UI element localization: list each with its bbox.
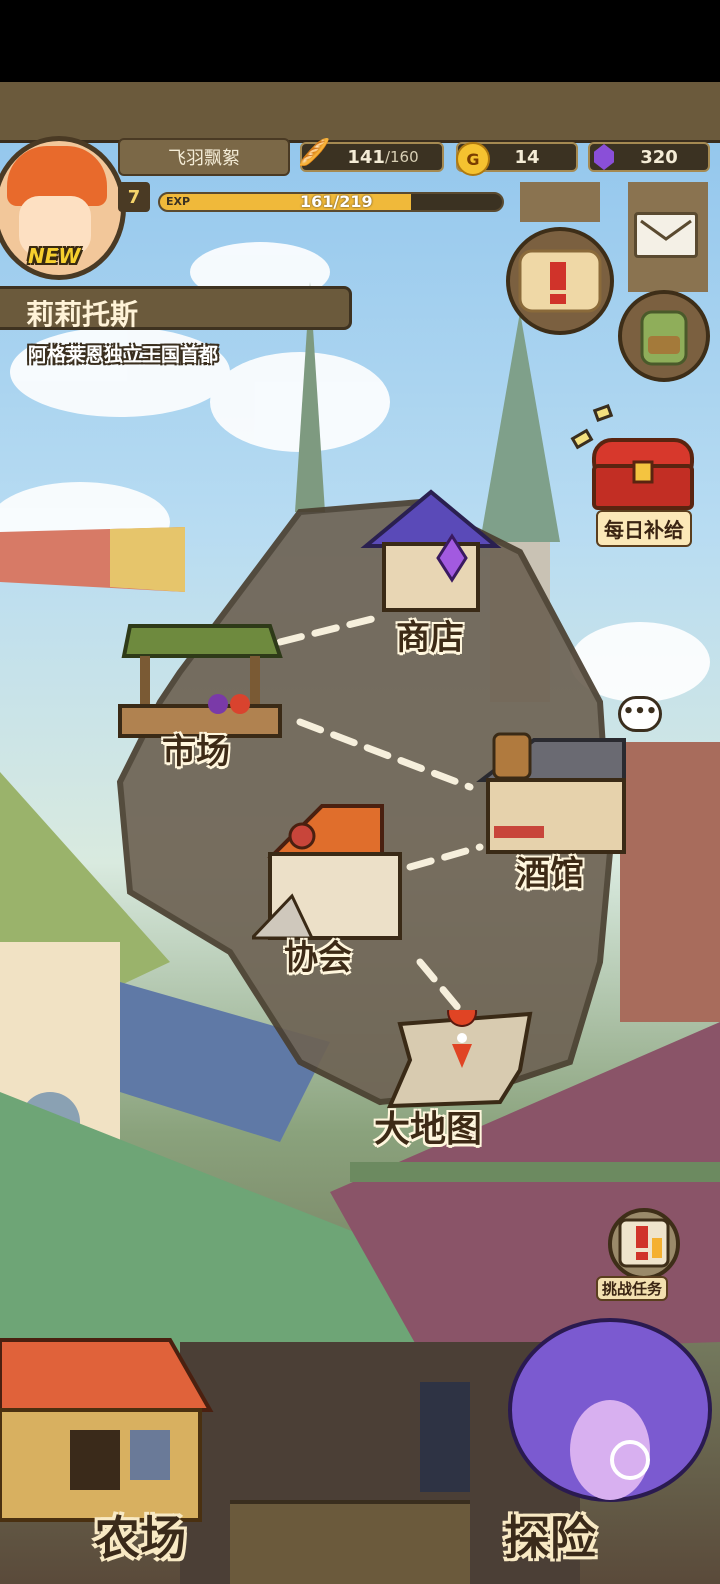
map-node-guild[interactable]: 协会 — [248, 796, 412, 980]
challenge-quest-icon — [608, 1208, 680, 1280]
gold-counter[interactable]: G 14 — [456, 142, 578, 176]
gold-coin-icon: G — [456, 142, 490, 176]
quest-scroll-button[interactable] — [502, 226, 618, 336]
map-node-market[interactable]: 市场 — [100, 616, 290, 778]
level-text: 7 — [127, 186, 141, 208]
backpack-icon — [618, 290, 710, 382]
backpack-button[interactable] — [618, 288, 710, 384]
challenge-quest-label: 挑战任务 — [596, 1276, 669, 1301]
map-node-tavern[interactable]: ••• 酒馆 — [474, 696, 662, 900]
explore-label: 探险 — [504, 1511, 596, 1565]
scroll-icon — [506, 227, 614, 335]
bread-icon: 🥖 — [298, 138, 331, 168]
daily-supply-label: 每日补给 — [596, 510, 692, 547]
new-badge: NEW — [28, 244, 81, 268]
mail-icon — [640, 219, 692, 241]
gem-value: 320 — [640, 146, 678, 168]
world-map-icon — [386, 997, 533, 1109]
map-label-guild: 协会 — [284, 938, 352, 978]
map-node-shop[interactable]: 商店 — [356, 486, 506, 660]
location-city: 莉莉托斯 — [26, 298, 139, 331]
map-label-world-map: 大地图 — [374, 1109, 483, 1150]
farm-label: 农场 — [94, 1511, 186, 1565]
location-banner: 莉莉托斯 — [0, 286, 352, 331]
map-label-tavern: 酒馆 — [516, 854, 584, 894]
shop-building-icon — [360, 489, 502, 612]
location-subtitle: 阿格莱恩独立王国首都 — [28, 344, 219, 366]
map-node-world-map[interactable]: 大地图 — [370, 997, 540, 1150]
status-bar — [0, 82, 720, 143]
exp-value: 161/219 — [300, 192, 373, 211]
guild-building-icon — [248, 804, 402, 940]
exp-fill — [160, 194, 412, 210]
game-screen: { "player": { "name": "飞羽飘絮", "level": "… — [0, 0, 720, 1584]
exp-bar: EXP 161/219 — [158, 192, 504, 212]
explore-button[interactable]: 探险 — [460, 1300, 720, 1584]
speech-bubble-icon[interactable]: ••• — [618, 696, 662, 732]
bread-current: 141 — [347, 146, 385, 168]
tavern-building-icon — [476, 732, 626, 854]
player-name: 飞羽飘絮 — [118, 138, 290, 176]
magic-tree-portal-icon — [508, 1318, 712, 1502]
bread-max: /160 — [384, 148, 419, 166]
bottom-frame-strip — [230, 1500, 470, 1584]
challenge-quest-button[interactable]: 挑战任务 — [596, 1206, 696, 1306]
right-frame-strip — [520, 182, 600, 222]
daily-supply-button[interactable]: 每日补给 — [566, 403, 714, 547]
gold-value: 14 — [514, 146, 540, 168]
mail-button[interactable] — [634, 212, 698, 258]
gem-counter[interactable]: 320 — [588, 142, 710, 172]
gem-icon — [594, 144, 614, 170]
bread-counter[interactable]: 🥖 141/160 — [298, 138, 444, 172]
treasure-chest-icon — [570, 403, 694, 510]
exp-label: EXP — [166, 195, 191, 208]
map-label-market: 市场 — [162, 732, 230, 772]
level-badge: 7 — [118, 182, 150, 212]
player-name-text: 飞羽飘絮 — [168, 148, 240, 169]
map-label-shop: 商店 — [396, 618, 464, 658]
